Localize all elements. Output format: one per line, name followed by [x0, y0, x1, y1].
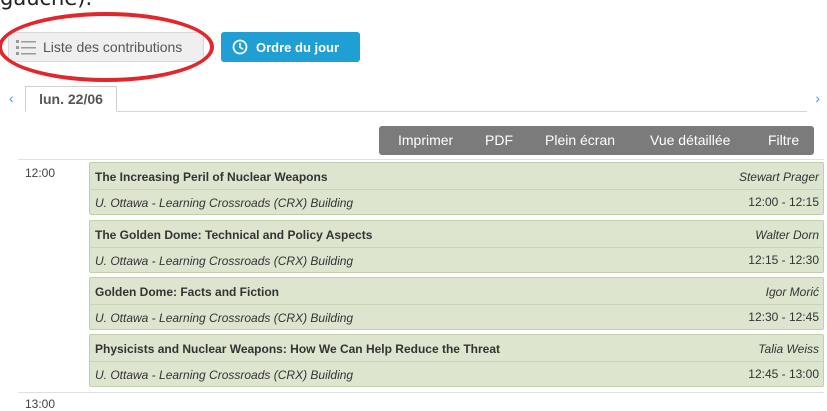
- entry-divider: [90, 189, 823, 190]
- time-label: 13:00: [25, 397, 56, 411]
- agenda-button[interactable]: Ordre du jour: [221, 32, 360, 62]
- contribution-title: Physicists and Nuclear Weapons: How We C…: [95, 342, 500, 356]
- contribution-location: U. Ottawa - Learning Crossroads (CRX) Bu…: [95, 254, 354, 268]
- entry-divider: [90, 304, 823, 305]
- contribution-time: 12:00 - 12:15: [748, 195, 819, 209]
- next-day-arrow-icon[interactable]: ›: [815, 90, 820, 106]
- tab-day[interactable]: lun. 22/06: [25, 86, 117, 112]
- contribution-entry[interactable]: Physicists and Nuclear Weapons: How We C…: [89, 334, 824, 387]
- contribution-entry[interactable]: The Golden Dome: Technical and Policy As…: [89, 220, 824, 273]
- entry-divider: [90, 361, 823, 362]
- previous-day-arrow-icon[interactable]: ‹: [9, 90, 14, 106]
- caption-fragment: gauche).: [0, 0, 92, 10]
- contribution-title: The Golden Dome: Technical and Policy As…: [95, 228, 373, 242]
- list-icon: [16, 40, 36, 55]
- entry-divider: [90, 247, 823, 248]
- contribution-location: U. Ottawa - Learning Crossroads (CRX) Bu…: [95, 196, 354, 210]
- contribution-time: 12:30 - 12:45: [748, 310, 819, 324]
- detailed-view-button[interactable]: Vue détaillée: [650, 132, 730, 148]
- contribution-speaker: Stewart Prager: [738, 170, 819, 184]
- contribution-entry[interactable]: The Increasing Peril of Nuclear Weapons …: [89, 162, 824, 215]
- print-button[interactable]: Imprimer: [398, 132, 453, 148]
- contribution-title: The Increasing Peril of Nuclear Weapons: [95, 170, 328, 184]
- agenda-label: Ordre du jour: [256, 39, 340, 55]
- timetable-toolbar: Imprimer PDF Plein écran Vue détaillée F…: [379, 126, 814, 155]
- tabs-baseline: [25, 111, 807, 112]
- hour-divider: [18, 392, 824, 393]
- contribution-location: U. Ottawa - Learning Crossroads (CRX) Bu…: [95, 368, 354, 382]
- contribution-list-label: Liste des contributions: [43, 39, 183, 55]
- hour-divider: [18, 159, 824, 160]
- contribution-speaker: Talia Weiss: [758, 342, 819, 356]
- contribution-entry[interactable]: Golden Dome: Facts and Fiction Igor Mori…: [89, 277, 824, 330]
- filter-button[interactable]: Filtre: [768, 132, 799, 148]
- day-tabs: ‹ lun. 22/06 ›: [0, 86, 827, 112]
- contribution-location: U. Ottawa - Learning Crossroads (CRX) Bu…: [95, 311, 354, 325]
- contribution-speaker: Walter Dorn: [755, 228, 819, 242]
- fullscreen-button[interactable]: Plein écran: [545, 132, 615, 148]
- time-label: 12:00: [25, 166, 56, 180]
- pdf-button[interactable]: PDF: [485, 132, 513, 148]
- contribution-time: 12:45 - 13:00: [748, 367, 819, 381]
- contribution-speaker: Igor Morić: [765, 285, 819, 299]
- clock-icon: [232, 39, 248, 55]
- contribution-time: 12:15 - 12:30: [748, 253, 819, 267]
- contribution-title: Golden Dome: Facts and Fiction: [95, 285, 280, 299]
- contribution-list-button[interactable]: Liste des contributions: [8, 32, 204, 62]
